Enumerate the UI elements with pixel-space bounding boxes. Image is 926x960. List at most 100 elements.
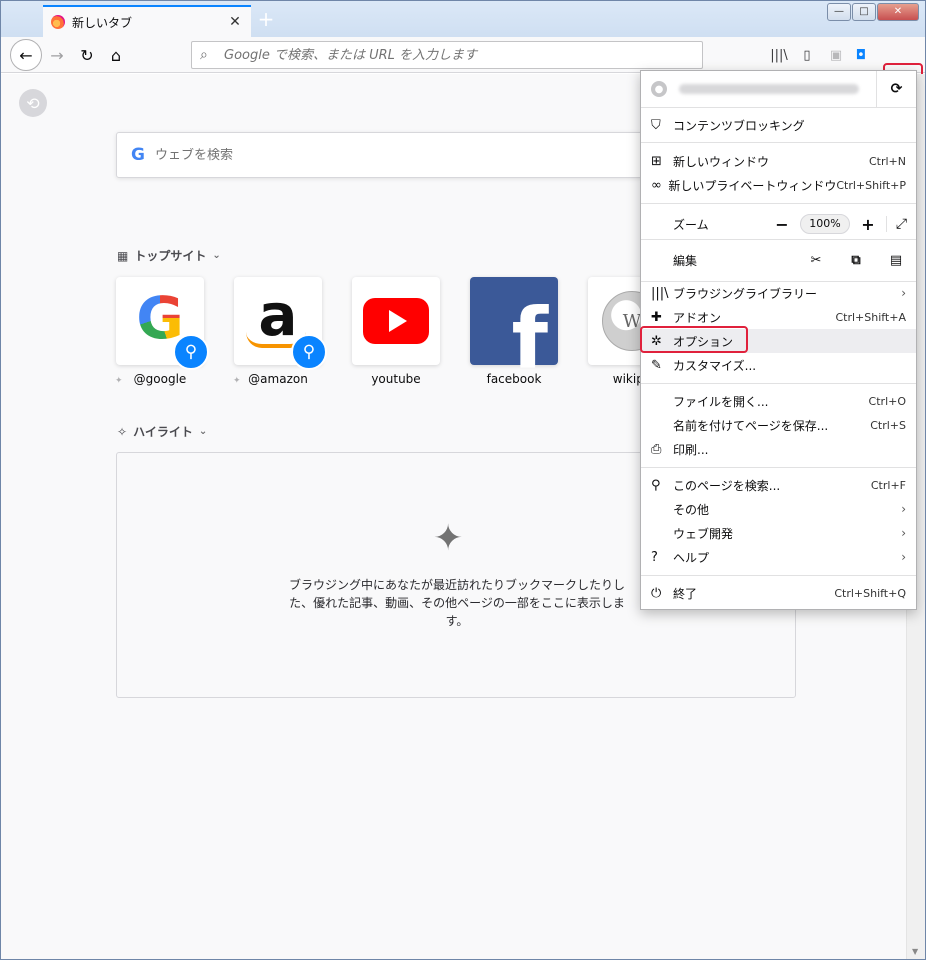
topsite-tile-amazon[interactable]: a ⚲ ✦ @amazon — [233, 277, 327, 386]
menu-item-label: 名前を付けてページを保存... — [673, 418, 829, 433]
home-button[interactable]: ⌂ — [102, 41, 130, 69]
shield-icon: ⛉ — [651, 117, 661, 133]
menu-separator — [641, 383, 916, 384]
tile-thumbnail: f — [470, 277, 558, 381]
menu-item-help[interactable]: ? ヘルプ › — [641, 545, 916, 569]
copy-icon[interactable]: ⧉ — [836, 253, 876, 268]
menu-item-label: その他 — [673, 502, 710, 517]
topsite-tile-facebook[interactable]: f facebook — [470, 277, 558, 386]
search-icon: ⚲ — [651, 477, 661, 493]
menu-item-library[interactable]: |||\ ブラウジングライブラリー › — [641, 281, 916, 305]
topsite-tile-google[interactable]: G ⚲ ✦ @google — [115, 277, 209, 386]
menu-item-label: コンテンツブロッキング — [673, 118, 805, 133]
forward-button[interactable]: → — [43, 41, 71, 69]
edit-controls: 編集 ✂ ⧉ ▤ — [641, 245, 916, 275]
url-bar[interactable]: ⌕ — [191, 41, 703, 69]
menu-separator — [641, 239, 916, 240]
arrow-left-icon: ← — [19, 45, 33, 65]
library-icon[interactable]: |||\ — [769, 45, 789, 65]
menu-item-open-file[interactable]: ファイルを開く... Ctrl+O — [641, 389, 916, 413]
zoom-label: ズーム — [673, 217, 709, 232]
chevron-right-icon: › — [901, 502, 906, 516]
screenshot-icon[interactable]: ▣ — [826, 45, 846, 65]
new-tab-button[interactable]: + — [255, 8, 277, 30]
menu-item-save-page[interactable]: 名前を付けてページを保存... Ctrl+S — [641, 413, 916, 437]
account-email-blurred — [679, 84, 859, 94]
tab-new-tab[interactable]: 新しいタブ ✕ — [43, 5, 251, 37]
menu-item-find[interactable]: ⚲ このページを検索... Ctrl+F — [641, 473, 916, 497]
menu-separator — [641, 107, 916, 108]
topsite-tile-youtube[interactable]: youtube — [352, 277, 440, 386]
url-input[interactable] — [224, 47, 694, 63]
minimize-button[interactable]: — — [827, 3, 851, 21]
grid-icon: ▦ — [117, 248, 129, 263]
menu-item-label: このページを検索... — [673, 478, 781, 493]
sync-icon[interactable]: ⟳ — [876, 71, 916, 107]
shortcut-label: Ctrl+Shift+Q — [834, 586, 906, 600]
firefox-icon — [51, 15, 65, 29]
menu-item-label: カスタマイズ... — [673, 358, 757, 373]
cut-icon[interactable]: ✂ — [796, 253, 836, 268]
maximize-button[interactable]: □ — [852, 3, 876, 21]
menu-item-label: ウェブ開発 — [673, 526, 734, 541]
printer-icon: ⎙ — [651, 441, 662, 457]
tile-thumbnail: a ⚲ — [234, 277, 327, 370]
menu-separator — [641, 467, 916, 468]
menu-separator — [641, 142, 916, 143]
back-button[interactable]: ← — [10, 39, 42, 71]
shortcut-label: Ctrl+N — [868, 154, 906, 168]
menu-item-label: アドオン — [673, 310, 722, 325]
chevron-right-icon: › — [901, 526, 906, 540]
menu-item-label: 印刷... — [673, 442, 709, 457]
facebook-logo: f — [511, 290, 548, 388]
window-close-button[interactable]: ✕ — [877, 3, 919, 21]
tile-label: @amazon — [248, 372, 308, 386]
zoom-controls: ズーム − 100% + ⤢ — [641, 209, 916, 239]
options-highlight-box — [640, 326, 748, 353]
scroll-down-icon[interactable]: ▼ — [912, 947, 918, 956]
menu-item-new-private-window[interactable]: ∞ 新しいプライベートウィンドウ Ctrl+Shift+P — [641, 173, 916, 197]
shortcut-label: Ctrl+O — [868, 394, 906, 408]
reload-button[interactable]: ↻ — [73, 41, 101, 69]
puzzle-icon: ✚ — [651, 309, 662, 325]
menu-item-quit[interactable]: ⏻ 終了 Ctrl+Shift+Q — [641, 581, 916, 605]
menu-separator — [641, 575, 916, 576]
menu-item-more[interactable]: その他 › — [641, 497, 916, 521]
tile-thumbnail — [352, 277, 440, 365]
search-icon: ⚲ — [291, 334, 327, 370]
topsites-title: トップサイト — [134, 249, 207, 263]
zoom-reset-button[interactable]: 100% — [800, 214, 850, 234]
menu-item-content-blocking[interactable]: ⛉ コンテンツブロッキング — [641, 113, 916, 137]
chevron-down-icon: ⌄ — [198, 426, 208, 437]
reload-icon: ↻ — [80, 45, 94, 65]
tile-label: youtube — [371, 372, 421, 386]
chevron-down-icon: ⌄ — [212, 250, 221, 261]
navigation-toolbar: ← → ↻ ⌂ ⌕ |||\ ▯ ▣ ◘ ☰ — [1, 37, 925, 113]
shortcut-label: Ctrl+Shift+A — [835, 310, 906, 324]
home-icon: ⌂ — [110, 45, 122, 65]
zoom-in-button[interactable]: + — [854, 215, 882, 234]
menu-item-new-window[interactable]: ⊞ 新しいウィンドウ Ctrl+N — [641, 149, 916, 173]
sync-tabs-icon[interactable]: ◘ — [851, 45, 871, 65]
search-icon: ⌕ — [200, 47, 208, 63]
menu-item-label: ヘルプ — [673, 550, 710, 565]
close-icon[interactable]: ✕ — [227, 14, 243, 30]
account-row[interactable]: ● ⟳ — [641, 71, 916, 107]
topsites-header[interactable]: ▦ トップサイト ⌄ — [117, 247, 221, 264]
menu-item-print[interactable]: ⎙ 印刷... — [641, 437, 916, 461]
menu-item-label: ファイルを開く... — [673, 394, 769, 409]
web-search-input[interactable] — [154, 147, 675, 163]
menu-item-label: ブラウジングライブラリー — [673, 286, 818, 301]
menu-item-customize[interactable]: ✎ カスタマイズ... — [641, 353, 916, 377]
sidebar-icon[interactable]: ▯ — [797, 45, 817, 65]
zoom-out-button[interactable]: − — [768, 215, 796, 234]
menu-item-label: 新しいウィンドウ — [673, 154, 770, 169]
customize-page-icon[interactable]: ⟲ — [19, 89, 47, 117]
pin-icon: ✦ — [115, 376, 123, 386]
highlights-header[interactable]: ✧ ハイライト ⌄ — [117, 423, 207, 440]
search-icon: ⚲ — [173, 334, 209, 370]
paste-icon[interactable]: ▤ — [876, 253, 916, 268]
fullscreen-icon[interactable]: ⤢ — [886, 216, 916, 232]
help-icon: ? — [651, 549, 658, 565]
menu-item-web-developer[interactable]: ウェブ開発 › — [641, 521, 916, 545]
